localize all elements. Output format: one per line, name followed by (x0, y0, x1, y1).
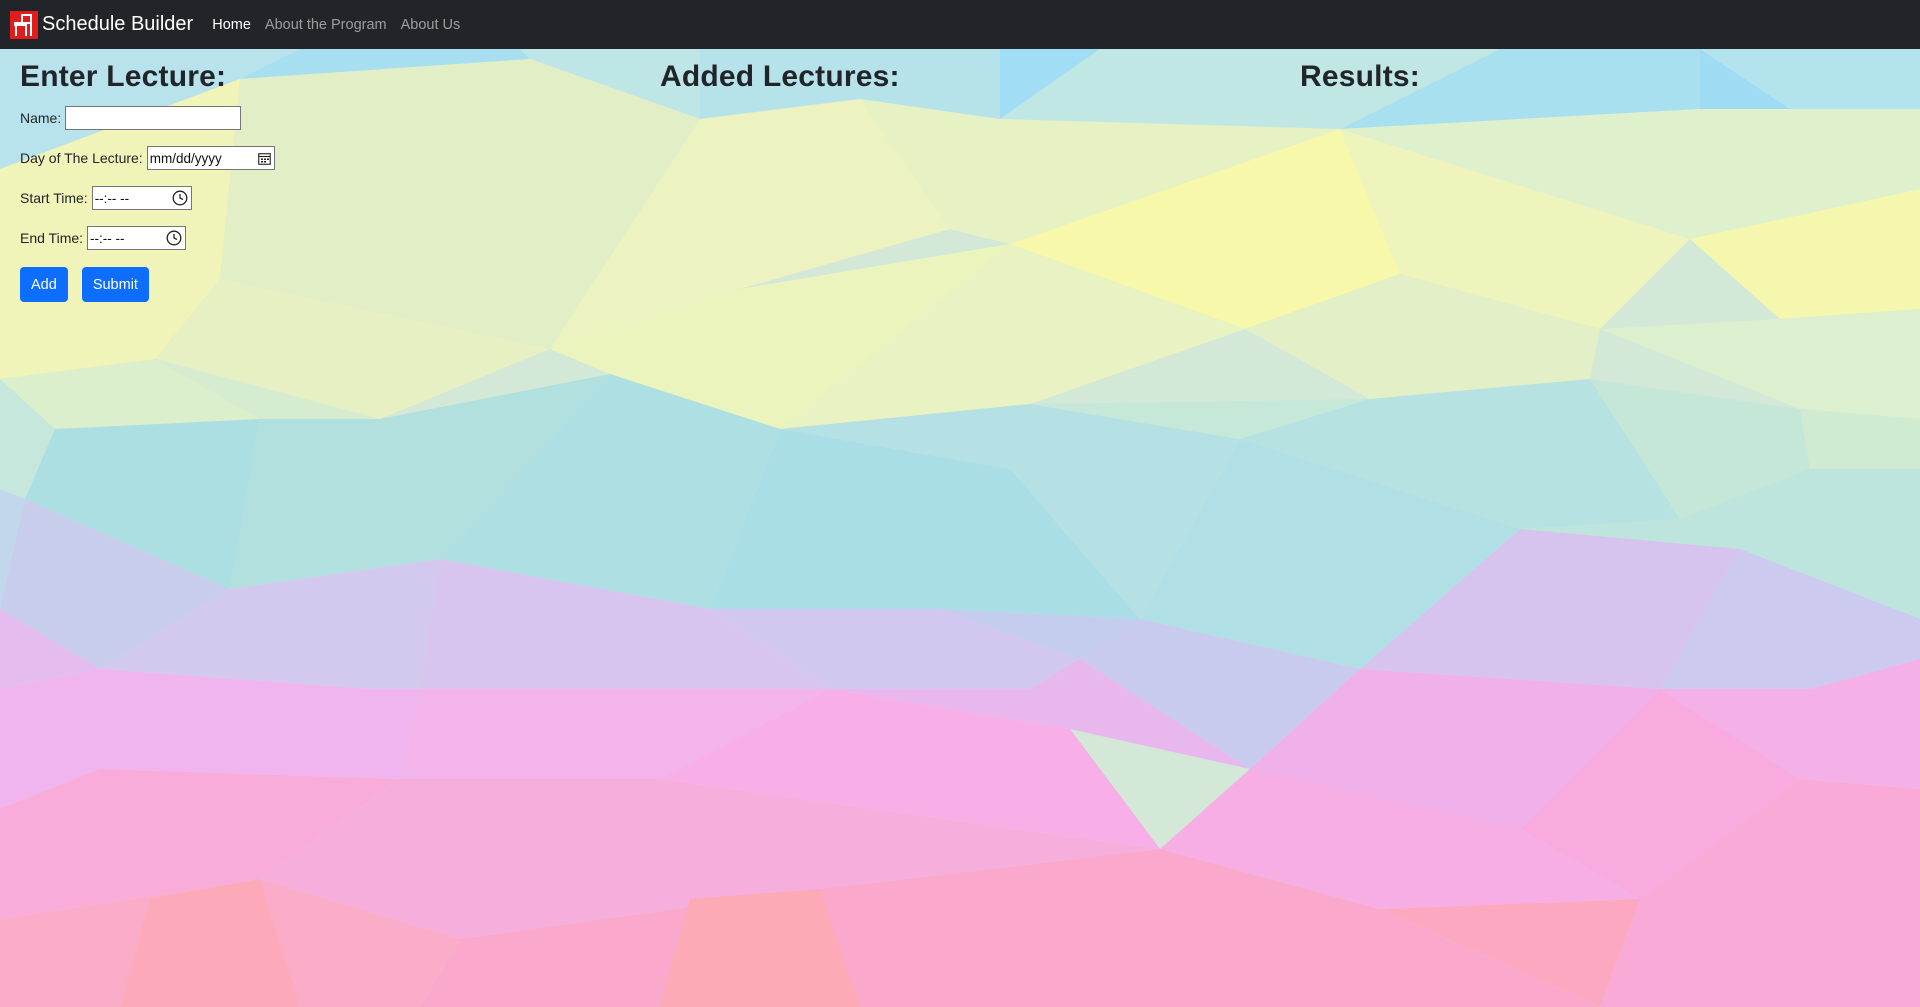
form-actions: Add Submit (20, 267, 640, 302)
start-time-row: Start Time: --:-- -- (20, 183, 640, 213)
end-time-row: End Time: --:-- -- (20, 223, 640, 253)
end-time-input[interactable]: --:-- -- (87, 226, 187, 250)
nav-link-about-us[interactable]: About Us (394, 17, 468, 33)
start-time-label: Start Time: (20, 190, 88, 206)
name-label: Name: (20, 110, 62, 126)
chair-logo-icon (10, 10, 38, 39)
name-input[interactable] (65, 106, 242, 130)
day-label: Day of The Lecture: (20, 150, 143, 166)
nav-links: Home About the Program About Us (205, 17, 467, 33)
nav-link-about-program[interactable]: About the Program (258, 17, 394, 33)
submit-button[interactable]: Submit (81, 267, 149, 302)
day-row: Day of The Lecture: mm/dd/yyyy (20, 143, 640, 173)
calendar-icon[interactable] (257, 152, 271, 165)
end-time-label: End Time: (20, 230, 84, 246)
add-button[interactable]: Add (20, 267, 68, 302)
start-time-input[interactable]: --:-- -- (91, 186, 192, 210)
day-date-placeholder: mm/dd/yyyy (149, 150, 222, 166)
results-column: Results: (1300, 49, 1920, 95)
main-content: Enter Lecture: Name: Day of The Lecture:… (0, 49, 1920, 1007)
start-time-placeholder: --:-- -- (94, 190, 130, 206)
day-date-input[interactable]: mm/dd/yyyy (146, 146, 275, 170)
added-lectures-column: Added Lectures: (660, 49, 1280, 95)
nav-link-home[interactable]: Home (205, 17, 258, 33)
added-lectures-heading: Added Lectures: (660, 60, 900, 93)
enter-lecture-column: Enter Lecture: Name: Day of The Lecture:… (20, 49, 640, 302)
top-navbar: Schedule Builder Home About the Program … (0, 0, 1920, 49)
brand-title: Schedule Builder (42, 13, 194, 35)
brand-link[interactable]: Schedule Builder (10, 10, 194, 39)
results-heading: Results: (1300, 60, 1420, 93)
enter-lecture-heading: Enter Lecture: (20, 60, 227, 93)
name-row: Name: (20, 103, 640, 133)
clock-icon[interactable] (172, 190, 188, 206)
end-time-placeholder: --:-- -- (90, 230, 125, 246)
clock-icon[interactable] (166, 230, 182, 246)
